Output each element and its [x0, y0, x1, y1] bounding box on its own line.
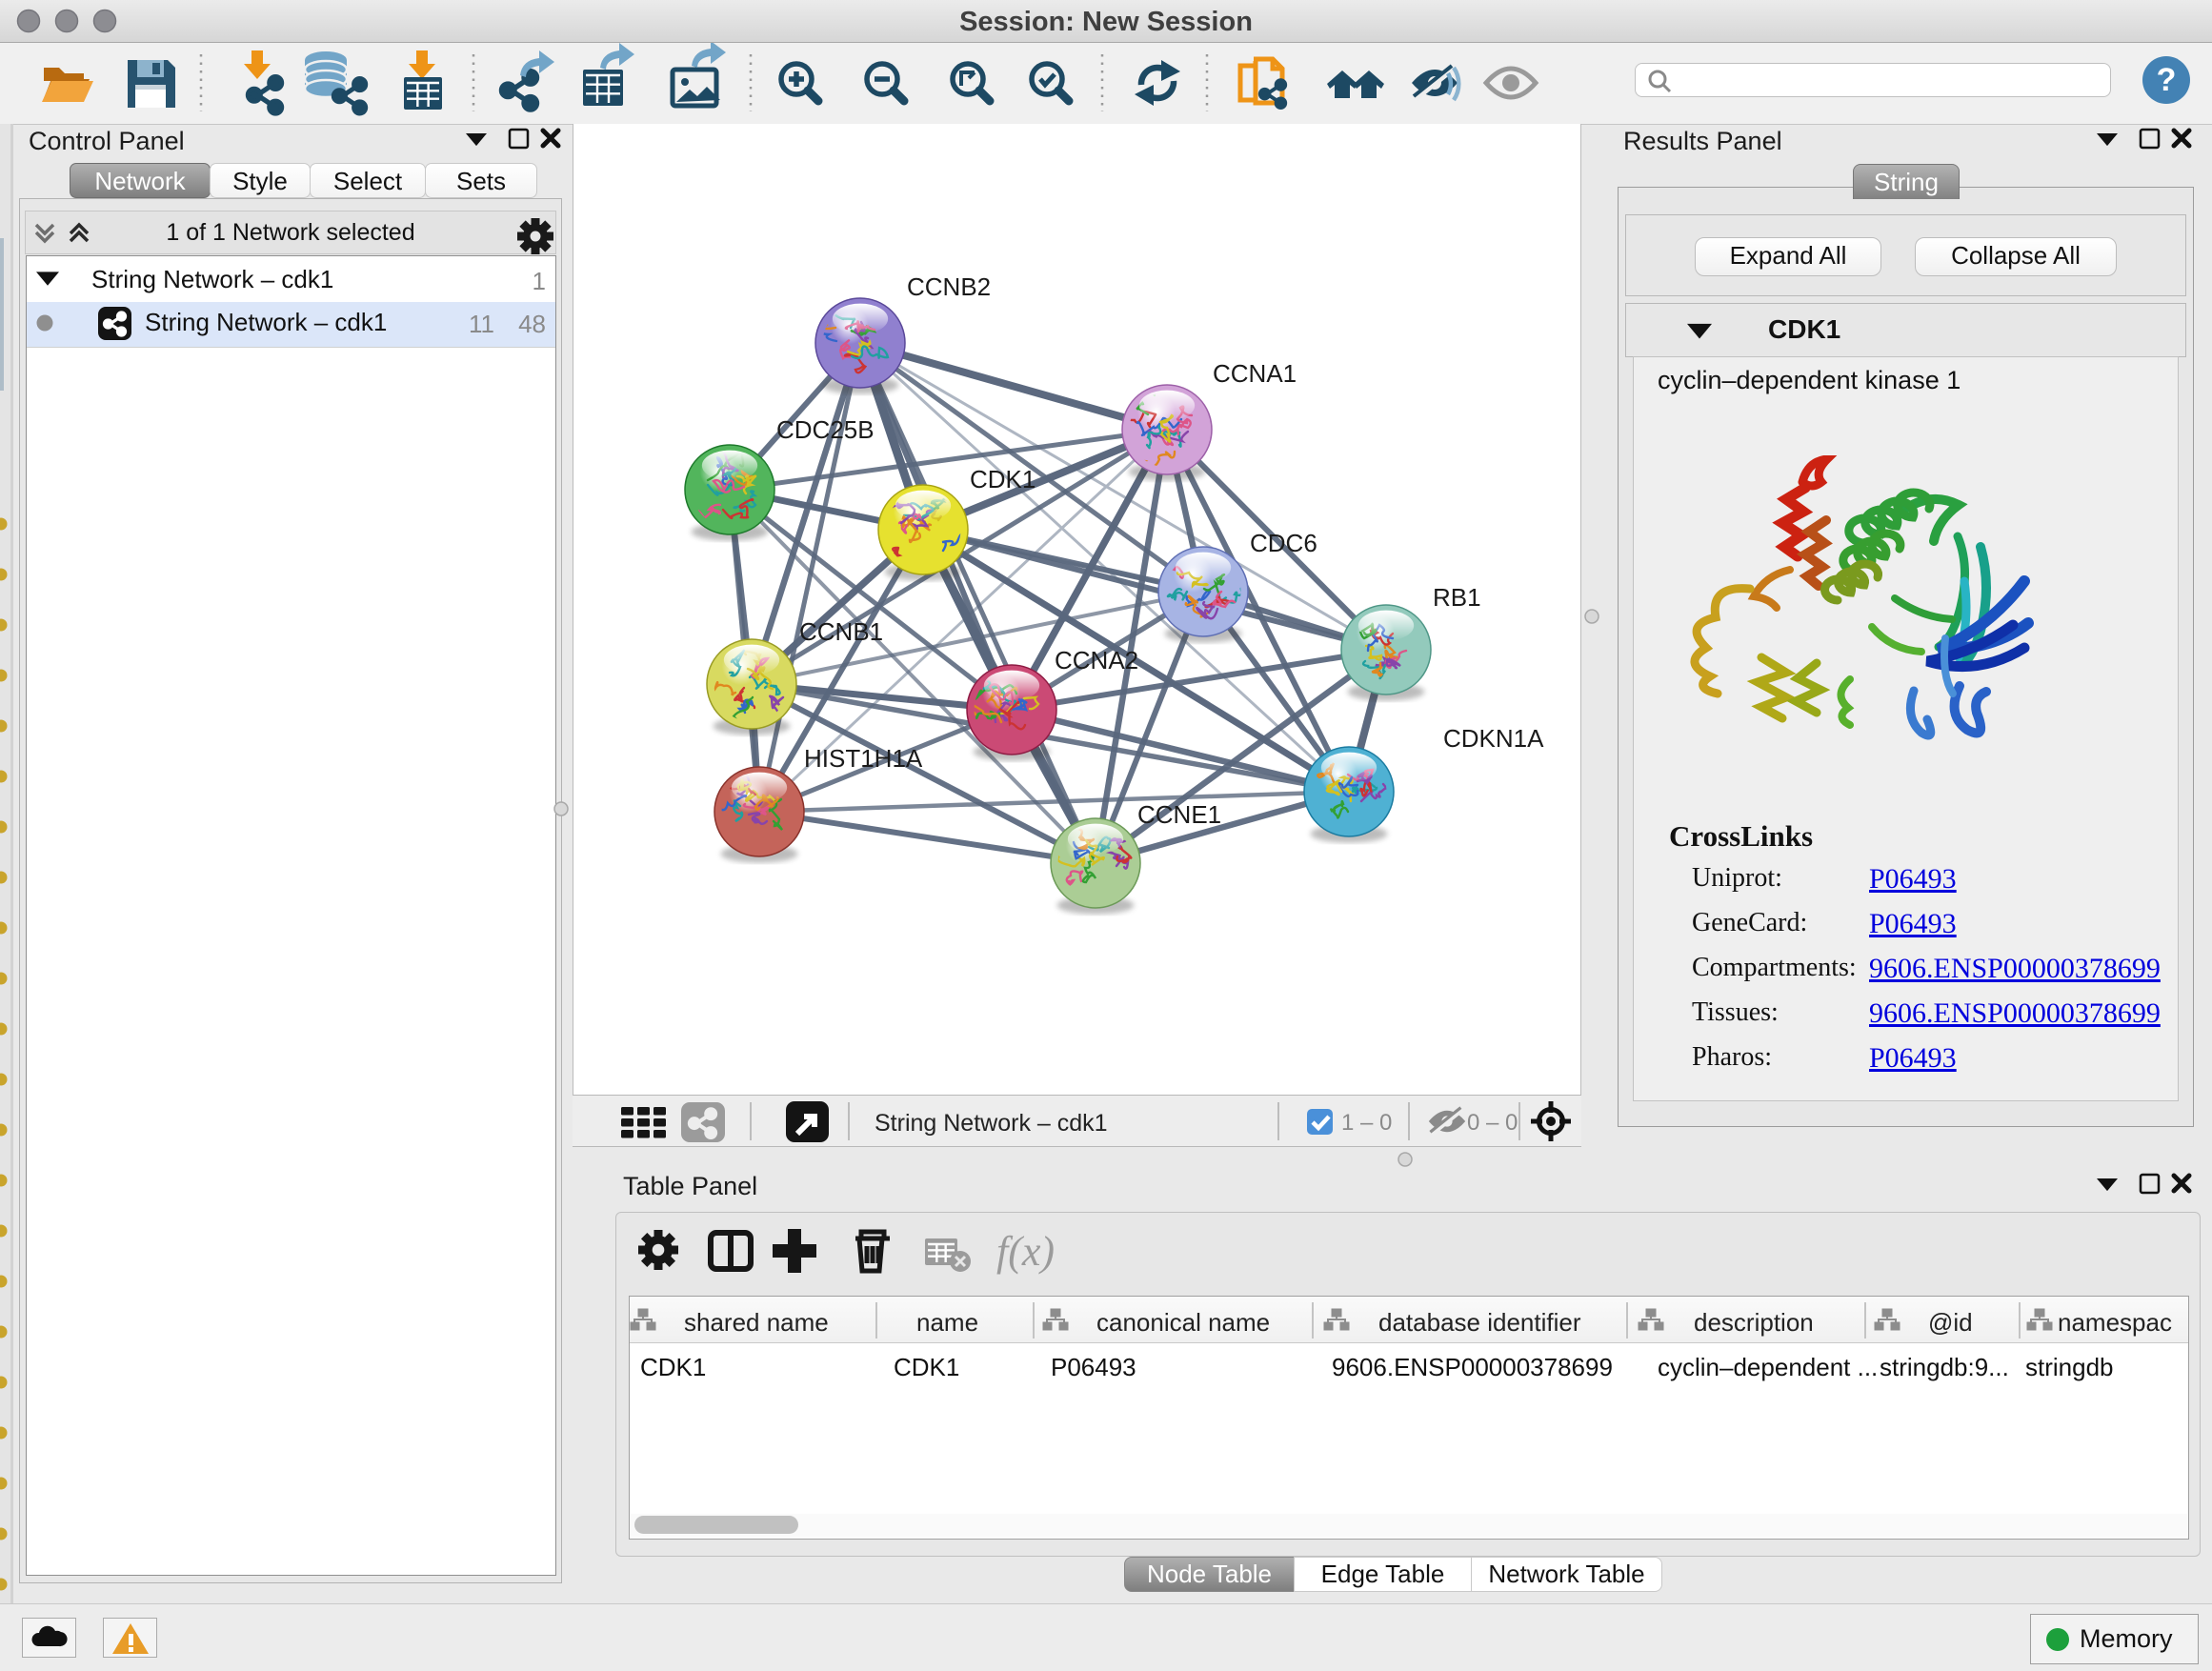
svg-text:RB1: RB1 [1433, 583, 1481, 612]
svg-text:CCNB2: CCNB2 [907, 272, 991, 301]
svg-text:namespac: namespac [2058, 1308, 2172, 1337]
svg-text:CDKN1A: CDKN1A [1443, 724, 1544, 753]
svg-text:CDC25B: CDC25B [776, 415, 875, 444]
svg-text:CDK1: CDK1 [970, 465, 1036, 493]
svg-text:CCNE1: CCNE1 [1137, 800, 1221, 829]
svg-text:1 – 0: 1 – 0 [1341, 1110, 1392, 1136]
svg-text:database identifier: database identifier [1378, 1308, 1581, 1337]
svg-text:@id: @id [1928, 1308, 1973, 1337]
svg-text:0 – 0: 0 – 0 [1467, 1110, 1518, 1136]
svg-text:name: name [916, 1308, 978, 1337]
svg-text:description: description [1694, 1308, 1814, 1337]
svg-text:CCNA2: CCNA2 [1055, 646, 1138, 674]
svg-text:?: ? [2157, 62, 2177, 98]
svg-text:CDC6: CDC6 [1250, 529, 1317, 557]
svg-text:f(x): f(x) [996, 1228, 1055, 1275]
svg-text:CCNA1: CCNA1 [1213, 359, 1297, 388]
svg-text:String Network – cdk1: String Network – cdk1 [875, 1110, 1108, 1137]
svg-text:HIST1H1A: HIST1H1A [804, 744, 923, 773]
svg-text:shared name: shared name [684, 1308, 829, 1337]
svg-text:canonical name: canonical name [1096, 1308, 1270, 1337]
svg-text:CCNB1: CCNB1 [799, 617, 883, 646]
